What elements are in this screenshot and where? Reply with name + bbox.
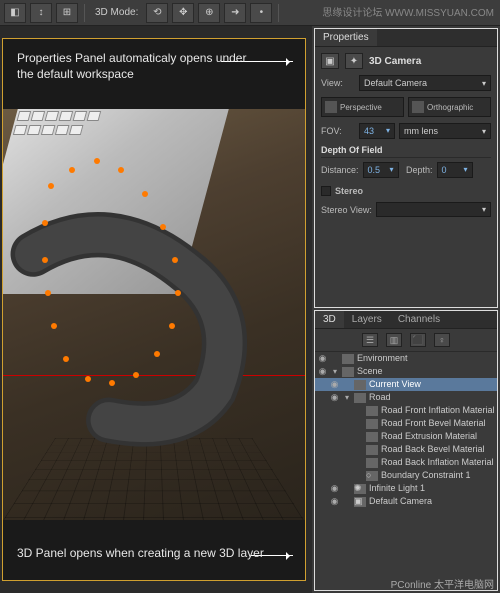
scene-icon <box>342 367 354 377</box>
perspective-icon <box>325 101 337 113</box>
tool-icon[interactable]: ⊞ <box>56 3 78 23</box>
road-mesh[interactable] <box>3 109 305 520</box>
view-dropdown[interactable]: Default Camera▾ <box>359 75 491 91</box>
properties-panel: Properties ▣ ✦ 3D Camera View: Default C… <box>314 28 498 308</box>
distance-label: Distance: <box>321 165 359 175</box>
orbit-icon[interactable]: ⟲ <box>146 3 168 23</box>
canvas-area: Properties Panel automaticaly opens unde… <box>0 26 312 593</box>
fov-input[interactable]: 43▾ <box>359 123 395 139</box>
tree-item-environment[interactable]: ◉ Environment <box>315 352 497 365</box>
tree-item-road[interactable]: ◉ ▾ Road <box>315 391 497 404</box>
light-icon: ✺ <box>354 484 366 494</box>
fov-label: FOV: <box>321 126 355 136</box>
tree-item-material[interactable]: Road Extrusion Material <box>315 430 497 443</box>
slide-icon[interactable]: ➜ <box>224 3 246 23</box>
3d-panel: 3D Layers Channels ☰ ▥ ⬛ ♀ ◉ Environment… <box>314 310 498 591</box>
stereo-view-label: Stereo View: <box>321 205 372 215</box>
depth-label: Depth: <box>403 165 433 175</box>
orthographic-button[interactable]: Orthographic <box>408 97 491 117</box>
visibility-icon[interactable]: ◉ <box>317 354 328 364</box>
separator <box>278 4 279 22</box>
visibility-icon[interactable]: ◉ <box>329 380 340 390</box>
tree-item-camera[interactable]: ◉ ▣ Default Camera <box>315 495 497 508</box>
view-label: View: <box>321 78 355 88</box>
filter-material-icon[interactable]: ⬛ <box>410 333 426 347</box>
tree-item-current-view[interactable]: ◉ Current View <box>315 378 497 391</box>
panel-title: 3D Camera <box>369 56 421 67</box>
document-canvas[interactable]: Properties Panel automaticaly opens unde… <box>2 38 306 581</box>
constraint-icon: ○ <box>366 471 378 481</box>
distance-input[interactable]: 0.5▾ <box>363 162 399 178</box>
coords-icon[interactable]: ✦ <box>345 53 363 69</box>
orthographic-icon <box>412 101 424 113</box>
camera-icon: ▣ <box>354 497 366 507</box>
tab-3d[interactable]: 3D <box>315 311 344 328</box>
zoom-icon[interactable]: • <box>250 3 272 23</box>
separator <box>84 4 85 22</box>
twisty-icon[interactable]: ▾ <box>331 368 339 376</box>
tree-item-constraint[interactable]: ○ Boundary Constraint 1 <box>315 469 497 482</box>
tab-channels[interactable]: Channels <box>390 311 448 328</box>
mesh-icon <box>354 393 366 403</box>
mode-label: 3D Mode: <box>95 7 138 18</box>
tab-layers[interactable]: Layers <box>344 311 390 328</box>
dof-section-title: Depth Of Field <box>321 145 491 158</box>
tool-icon[interactable]: ↕ <box>30 3 52 23</box>
visibility-icon[interactable]: ◉ <box>329 484 340 494</box>
fov-unit-dropdown[interactable]: mm lens▾ <box>399 123 491 139</box>
tab-properties[interactable]: Properties <box>315 29 377 46</box>
tree-item-material[interactable]: Road Back Bevel Material <box>315 443 497 456</box>
pan-icon[interactable]: ✥ <box>172 3 194 23</box>
material-icon <box>366 406 378 416</box>
viewport-3d[interactable] <box>3 109 305 520</box>
material-icon <box>366 432 378 442</box>
visibility-icon[interactable]: ◉ <box>329 393 340 403</box>
scene-tree: ◉ Environment ◉ ▾ Scene ◉ Current View ◉… <box>315 352 497 508</box>
view-icon <box>354 380 366 390</box>
material-icon <box>366 458 378 468</box>
watermark-bottom: PConline 太平洋电脑网 <box>391 576 494 591</box>
right-panels: Properties ▣ ✦ 3D Camera View: Default C… <box>312 26 500 593</box>
tree-item-light[interactable]: ◉ ✺ Infinite Light 1 <box>315 482 497 495</box>
move-icon[interactable]: ⊕ <box>198 3 220 23</box>
stereo-label: Stereo <box>335 186 369 196</box>
perspective-button[interactable]: Perspective <box>321 97 404 117</box>
annotation-properties: Properties Panel automaticaly opens unde… <box>17 51 257 82</box>
depth-input[interactable]: 0▾ <box>437 162 473 178</box>
environment-icon <box>342 354 354 364</box>
material-icon <box>366 419 378 429</box>
filter-mesh-icon[interactable]: ▥ <box>386 333 402 347</box>
camera-icon[interactable]: ▣ <box>321 53 339 69</box>
tree-item-material[interactable]: Road Back Inflation Material <box>315 456 497 469</box>
tool-icon[interactable]: ◧ <box>4 3 26 23</box>
twisty-icon[interactable]: ▾ <box>343 394 351 402</box>
filter-scene-icon[interactable]: ☰ <box>362 333 378 347</box>
filter-light-icon[interactable]: ♀ <box>434 333 450 347</box>
watermark-top: 思缘设计论坛 WWW.MISSYUAN.COM <box>322 4 494 19</box>
tree-item-scene[interactable]: ◉ ▾ Scene <box>315 365 497 378</box>
tree-item-material[interactable]: Road Front Inflation Material <box>315 404 497 417</box>
stereo-view-dropdown[interactable]: ▾ <box>376 202 491 217</box>
stereo-checkbox[interactable] <box>321 186 331 196</box>
visibility-icon[interactable]: ◉ <box>317 367 328 377</box>
tree-item-material[interactable]: Road Front Bevel Material <box>315 417 497 430</box>
material-icon <box>366 445 378 455</box>
annotation-3d-panel: 3D Panel opens when creating a new 3D la… <box>17 546 264 562</box>
visibility-icon[interactable]: ◉ <box>329 497 340 507</box>
